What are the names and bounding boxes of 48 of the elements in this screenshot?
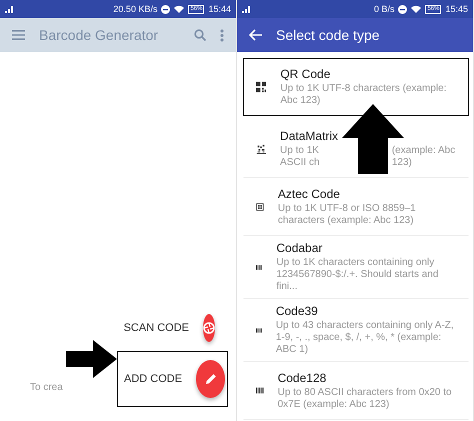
hint-text: To crea [30, 382, 63, 393]
code-type-description: Up to 1K UTF-8 characters (example: Abc 123) [280, 82, 448, 106]
code-type-description: Up to 80 ASCII characters from 0x20 to 0x7E (example: Abc 123) [278, 386, 453, 410]
back-arrow-icon[interactable] [249, 29, 262, 41]
qr-code-icon [256, 80, 266, 92]
code-type-item[interactable]: QR Code Up to 1K UTF-8 characters (example: Abc 123) [243, 58, 469, 116]
shutter-icon [203, 322, 215, 334]
fab-label: ADD CODE [124, 373, 182, 385]
barcode-icon [256, 326, 262, 334]
code-type-description: Up to 1K ASCII ch [280, 144, 321, 168]
code-type-name: Code128 [278, 370, 328, 384]
fab-label: SCAN CODE [124, 322, 189, 334]
code-type-name: Aztec Code [278, 186, 341, 200]
more-options-icon[interactable] [220, 28, 224, 42]
right-arrow-drawing [66, 340, 117, 378]
do-not-disturb-icon [161, 4, 170, 14]
signal-icon [242, 5, 252, 13]
code-type-name: QR Code [280, 66, 332, 80]
wifi-icon [174, 5, 184, 13]
wifi-icon [411, 5, 422, 13]
barcode-icon [256, 386, 264, 395]
toolbar-title: Barcode Generator [39, 27, 160, 43]
code-type-item[interactable]: Codabar Up to 1K characters containing only 1234567890-$:/.+. Should starts and fini... [243, 236, 469, 299]
signal-icon [5, 5, 15, 13]
code-type-description: (example: Abc 123) [392, 144, 456, 168]
code-type-item[interactable]: Aztec Code Up to 1K UTF-8 or ISO 8859–1 characters (example: Abc 123) [243, 178, 469, 236]
clock: 15:44 [208, 4, 231, 14]
code-type-description: Up to 1K UTF-8 or ISO 8859–1 characters (example: Abc 123) [278, 202, 417, 226]
code-type-name: Code39 [276, 304, 319, 318]
clock: 15:45 [445, 4, 468, 14]
code-type-item[interactable]: Code128 Up to 80 ASCII characters from 0x20 to 0x7E (example: Abc 123) [243, 362, 469, 420]
network-speed: 0 B/s [374, 4, 394, 14]
code-type-name: Codabar [276, 241, 324, 255]
fab-button[interactable] [203, 314, 215, 342]
toolbar-title: Select code type [276, 27, 381, 43]
fab-button[interactable] [196, 360, 225, 398]
do-not-disturb-icon [398, 4, 408, 14]
code-type-name: DataMatrix [280, 128, 340, 142]
barcode-icon [256, 262, 262, 272]
matrix-code-icon [256, 142, 266, 154]
code-type-description: Up to 1K characters containing only 1234567890-$:/.+. Should starts and fini... [276, 257, 440, 293]
pencil-icon [204, 373, 217, 385]
code-type-item[interactable]: Code39 Up to 43 characters containing only A-Z, 1-9, -, ., space, $, /, +, %, * (example: ABC 1) [243, 299, 469, 362]
network-speed: 20.50 KB/s [113, 4, 158, 14]
search-icon[interactable] [194, 29, 206, 41]
aztec-code-icon [256, 200, 264, 212]
menu-icon[interactable] [12, 30, 25, 40]
code-type-description: Up to 43 characters containing only A-Z, 1-9, -, ., space, $, /, +, %, * (example: ABC 1) [276, 320, 455, 356]
